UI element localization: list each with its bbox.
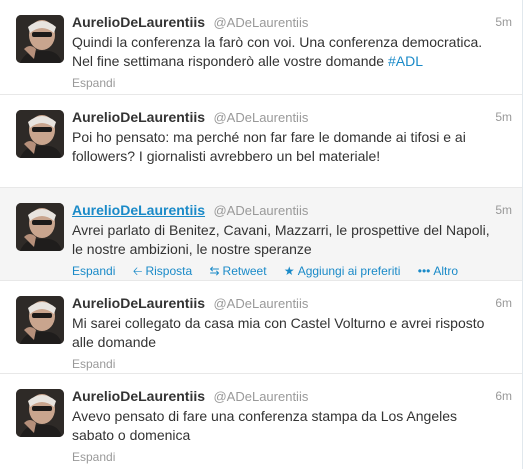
timestamp[interactable]: 5m	[495, 12, 512, 32]
more-dots-icon: •••	[417, 264, 431, 278]
tweet[interactable]: AurelioDeLaurentiis @ADeLaurentiis 5m Qu…	[0, 0, 522, 95]
avatar[interactable]	[16, 296, 64, 344]
avatar-image	[16, 15, 64, 63]
author-handle[interactable]: @ADeLaurentiis	[213, 296, 308, 311]
tweet-text: Poi ho pensato: ma perché non far fare l…	[72, 129, 466, 164]
favorite-label: Aggiungi ai preferiti	[297, 264, 401, 278]
tweet-text: Mi sarei collegato da casa mia con Caste…	[72, 315, 485, 350]
star-icon: ★	[283, 264, 295, 278]
reply-label: Risposta	[145, 264, 193, 278]
hashtag-link[interactable]: #ADL	[388, 53, 423, 69]
retweet-label: Retweet	[222, 264, 267, 278]
author-handle[interactable]: @ADeLaurentiis	[213, 15, 308, 30]
tweet-text: Avrei parlato di Benitez, Cavani, Mazzar…	[72, 222, 490, 257]
timestamp[interactable]: 5m	[495, 107, 512, 127]
retweet-button[interactable]: ⇆ Retweet	[209, 264, 266, 278]
timestamp[interactable]: 6m	[495, 386, 512, 406]
timestamp[interactable]: 6m	[495, 293, 512, 313]
author-name[interactable]: AurelioDeLaurentiis	[72, 14, 205, 30]
reply-icon: 🡠	[132, 264, 143, 278]
tweet-actions: Espandi	[72, 448, 512, 466]
author-name[interactable]: AurelioDeLaurentiis	[72, 295, 205, 311]
avatar[interactable]	[16, 110, 64, 158]
expand-link[interactable]: Espandi	[72, 76, 115, 90]
author-handle[interactable]: @ADeLaurentiis	[213, 389, 308, 404]
avatar[interactable]	[16, 203, 64, 251]
avatar-image	[16, 296, 64, 344]
avatar-image	[16, 389, 64, 437]
tweet-text: Quindi la conferenza la farò con voi. Un…	[72, 33, 502, 71]
tweet-stream: AurelioDeLaurentiis @ADeLaurentiis 5m Qu…	[0, 0, 523, 469]
tweet-actions: Espandi 🡠 Risposta ⇆ Retweet ★ Aggiungi ai …	[72, 262, 512, 280]
author-handle[interactable]: @ADeLaurentiis	[213, 110, 308, 125]
avatar[interactable]	[16, 389, 64, 437]
tweet[interactable]: AurelioDeLaurentiis @ADeLaurentiis 5m Po…	[0, 95, 522, 188]
tweet-actions: Espandi	[72, 74, 512, 92]
reply-button[interactable]: 🡠 Risposta	[133, 264, 192, 278]
author-handle[interactable]: @ADeLaurentiis	[213, 203, 308, 218]
expand-link[interactable]: Espandi	[72, 357, 115, 371]
avatar-image	[16, 110, 64, 158]
expand-link[interactable]: Espandi	[72, 450, 115, 464]
tweet-actions: Espandi	[72, 355, 512, 373]
favorite-button[interactable]: ★ Aggiungi ai preferiti	[284, 264, 401, 278]
avatar-image	[16, 203, 64, 251]
tweet-text: Avevo pensato di fare una conferenza sta…	[72, 408, 458, 443]
author-name[interactable]: AurelioDeLaurentiis	[72, 388, 205, 404]
more-label: Altro	[433, 264, 459, 278]
tweet-hovered[interactable]: AurelioDeLaurentiis @ADeLaurentiis 5m Av…	[0, 188, 522, 281]
timestamp[interactable]: 5m	[495, 200, 512, 220]
tweet[interactable]: AurelioDeLaurentiis @ADeLaurentiis 6m Mi…	[0, 281, 522, 374]
retweet-icon: ⇆	[209, 264, 220, 278]
expand-link[interactable]: Espandi	[72, 264, 115, 278]
more-button[interactable]: ••• Altro	[418, 264, 458, 278]
author-name[interactable]: AurelioDeLaurentiis	[72, 202, 205, 218]
author-name[interactable]: AurelioDeLaurentiis	[72, 109, 205, 125]
avatar[interactable]	[16, 15, 64, 63]
tweet[interactable]: AurelioDeLaurentiis @ADeLaurentiis 6m Av…	[0, 374, 522, 469]
